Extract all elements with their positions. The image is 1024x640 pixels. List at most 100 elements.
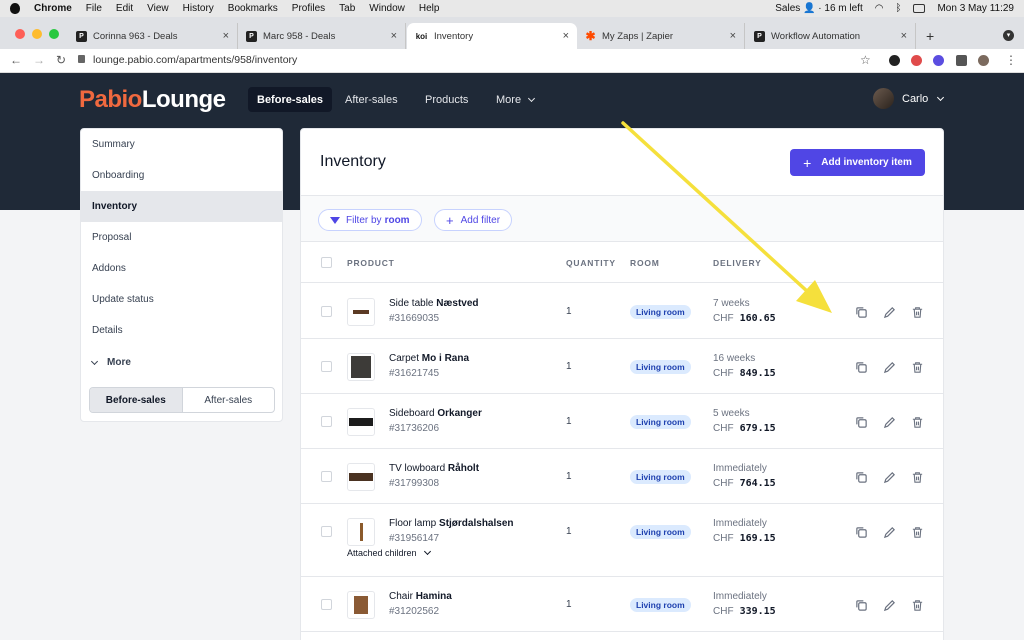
- edit-icon[interactable]: [883, 599, 896, 612]
- sidebar-item-more[interactable]: More: [81, 347, 282, 378]
- duplicate-icon[interactable]: [855, 306, 868, 319]
- delete-icon[interactable]: [911, 471, 924, 484]
- bookmark-star-icon[interactable]: ☆: [860, 53, 871, 67]
- close-icon[interactable]: ×: [730, 30, 736, 42]
- edit-icon[interactable]: [883, 526, 896, 539]
- wifi-icon[interactable]: ◠: [875, 3, 884, 14]
- product-thumbnail[interactable]: [347, 298, 375, 326]
- sidebar-item-summary[interactable]: Summary: [81, 129, 282, 160]
- minimize-window-icon[interactable]: [32, 29, 42, 39]
- filter-by-room-button[interactable]: Filter by room: [318, 209, 422, 231]
- close-icon[interactable]: ×: [223, 30, 229, 42]
- sidebar-item-addons[interactable]: Addons: [81, 253, 282, 284]
- row-checkbox[interactable]: [321, 361, 332, 372]
- sidebar-item-inventory[interactable]: Inventory: [81, 191, 282, 222]
- close-icon[interactable]: ×: [391, 30, 397, 42]
- product-thumbnail[interactable]: [347, 518, 375, 546]
- product-name[interactable]: Sideboard Orkanger: [389, 408, 482, 419]
- new-tab-icon[interactable]: +: [926, 28, 934, 44]
- row-checkbox[interactable]: [321, 416, 332, 427]
- duplicate-icon[interactable]: [855, 526, 868, 539]
- edit-icon[interactable]: [883, 416, 896, 429]
- menu-profiles[interactable]: Profiles: [292, 3, 325, 14]
- duplicate-icon[interactable]: [855, 599, 868, 612]
- more-menu-icon[interactable]: ⋮: [1005, 53, 1017, 67]
- delete-icon[interactable]: [911, 526, 924, 539]
- close-icon[interactable]: ×: [901, 30, 907, 42]
- menu-bookmarks[interactable]: Bookmarks: [228, 3, 278, 14]
- menu-tab[interactable]: Tab: [339, 3, 355, 14]
- duplicate-icon[interactable]: [855, 361, 868, 374]
- zoom-window-icon[interactable]: [49, 29, 59, 39]
- close-window-icon[interactable]: [15, 29, 25, 39]
- table-row[interactable]: Floor lamp Stjørdalshalsen #31956147 1 Livi…: [301, 504, 943, 577]
- delete-icon[interactable]: [911, 416, 924, 429]
- product-name[interactable]: Side table Næstved: [389, 298, 479, 309]
- extensions-puzzle-icon[interactable]: [956, 55, 967, 66]
- table-row[interactable]: Chair Hamina #31202562 1 Living room Immedia…: [301, 577, 943, 632]
- sidebar-item-onboarding[interactable]: Onboarding: [81, 160, 282, 191]
- user-menu[interactable]: Carlo: [873, 88, 945, 109]
- table-row[interactable]: Side table Næstved #31669035 1 Living room 7…: [301, 284, 943, 339]
- sidebar-item-update-status[interactable]: Update status: [81, 284, 282, 315]
- row-checkbox[interactable]: [321, 306, 332, 317]
- nav-before-sales[interactable]: Before-sales: [248, 87, 333, 112]
- extension-red-icon[interactable]: [911, 55, 922, 66]
- toggle-before-sales[interactable]: Before-sales: [90, 388, 183, 412]
- tab-zapier[interactable]: ✱ My Zaps | Zapier ×: [577, 23, 745, 49]
- apple-icon[interactable]: [10, 3, 20, 14]
- tab-search-icon[interactable]: ▾: [1003, 30, 1014, 41]
- back-icon[interactable]: ←: [10, 53, 22, 67]
- table-row[interactable]: TV lowboard Råholt #31799308 1 Living room I…: [301, 449, 943, 504]
- edit-icon[interactable]: [883, 471, 896, 484]
- reload-icon[interactable]: ↻: [56, 53, 66, 67]
- delete-icon[interactable]: [911, 599, 924, 612]
- sidebar-item-details[interactable]: Details: [81, 315, 282, 346]
- dark-mode-extension-icon[interactable]: [889, 55, 900, 66]
- delete-icon[interactable]: [911, 361, 924, 374]
- forward-icon[interactable]: →: [33, 53, 45, 67]
- menu-window[interactable]: Window: [369, 3, 405, 14]
- row-checkbox[interactable]: [321, 526, 332, 537]
- product-thumbnail[interactable]: [347, 353, 375, 381]
- nav-after-sales[interactable]: After-sales: [336, 87, 407, 112]
- menu-help[interactable]: Help: [419, 3, 440, 14]
- attached-children-toggle[interactable]: Attached children: [347, 547, 431, 558]
- tab-corinna[interactable]: P Corinna 963 - Deals ×: [68, 23, 238, 49]
- nav-products[interactable]: Products: [416, 87, 477, 112]
- product-name[interactable]: Chair Hamina: [389, 591, 452, 602]
- delete-icon[interactable]: [911, 306, 924, 319]
- menu-view[interactable]: View: [147, 3, 169, 14]
- duplicate-icon[interactable]: [855, 416, 868, 429]
- add-inventory-item-button[interactable]: + Add inventory item: [790, 149, 925, 176]
- duplicate-icon[interactable]: [855, 471, 868, 484]
- row-checkbox[interactable]: [321, 471, 332, 482]
- nav-more[interactable]: More: [487, 87, 543, 112]
- menu-history[interactable]: History: [183, 3, 214, 14]
- product-name[interactable]: Carpet Mo i Rana: [389, 353, 469, 364]
- table-row[interactable]: Sideboard Orkanger #31736206 1 Living room 5…: [301, 394, 943, 449]
- table-row[interactable]: Carpet Mo i Rana #31621745 1 Living room 16 …: [301, 339, 943, 394]
- add-filter-button[interactable]: + Add filter: [434, 209, 513, 231]
- edit-icon[interactable]: [883, 361, 896, 374]
- product-thumbnail[interactable]: [347, 408, 375, 436]
- extension-purple-icon[interactable]: [933, 55, 944, 66]
- profile-avatar-icon[interactable]: [978, 55, 989, 66]
- row-checkbox[interactable]: [321, 599, 332, 610]
- edit-icon[interactable]: [883, 306, 896, 319]
- url-field[interactable]: lounge.pabio.com/apartments/958/inventor…: [78, 54, 297, 66]
- status-text[interactable]: Sales 👤 · 16 m left: [775, 3, 862, 14]
- toggle-after-sales[interactable]: After-sales: [183, 388, 275, 412]
- menu-app[interactable]: Chrome: [34, 3, 72, 14]
- product-name[interactable]: Floor lamp Stjørdalshalsen: [389, 518, 514, 529]
- menu-edit[interactable]: Edit: [116, 3, 133, 14]
- sidebar-item-proposal[interactable]: Proposal: [81, 222, 282, 253]
- tab-workflow[interactable]: P Workflow Automation ×: [746, 23, 916, 49]
- product-name[interactable]: TV lowboard Råholt: [389, 463, 479, 474]
- select-all-checkbox[interactable]: [321, 257, 332, 268]
- menu-file[interactable]: File: [86, 3, 102, 14]
- brand-logo[interactable]: PabioLounge: [79, 86, 226, 114]
- product-thumbnail[interactable]: [347, 591, 375, 619]
- tab-inventory[interactable]: koi Inventory ×: [407, 23, 577, 49]
- battery-icon[interactable]: [913, 4, 926, 13]
